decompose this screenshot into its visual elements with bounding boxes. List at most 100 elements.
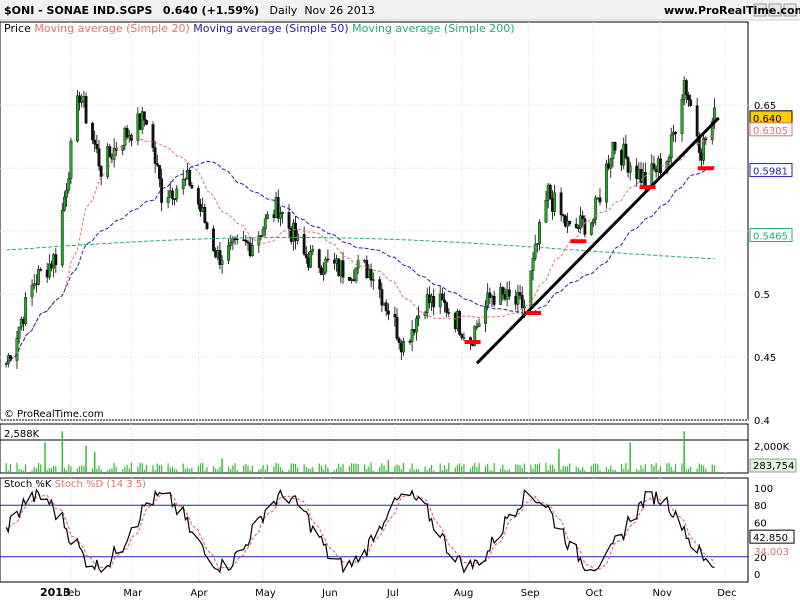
candle-body (624, 143, 628, 158)
candle-body (592, 219, 595, 224)
candle-body (432, 296, 436, 308)
candle-body (205, 222, 209, 230)
candle-body (15, 338, 19, 361)
x-tick-label: Aug (454, 588, 474, 599)
volume-panel (0, 423, 749, 474)
x-tick-label: Feb (63, 588, 81, 599)
x-tick-label: Dec (717, 588, 736, 599)
candle-body (538, 222, 541, 244)
candle-body (250, 245, 254, 256)
candle-body (281, 212, 284, 214)
ma50-value-label: 0.5981 (753, 167, 788, 178)
candle-body (203, 206, 207, 223)
candle-body (108, 146, 112, 158)
candle-body (153, 147, 157, 164)
candle-body (695, 105, 699, 137)
candle-body (462, 337, 466, 339)
price-tick-label: 0.45 (754, 353, 776, 364)
candle-body (674, 132, 677, 134)
candle-body (311, 249, 315, 252)
candle-body (155, 163, 159, 166)
candle-body (417, 315, 420, 319)
candle-body (589, 222, 593, 235)
candle-body (447, 312, 451, 314)
period: Daily (269, 4, 298, 17)
candle-body (652, 163, 656, 170)
candle-body (151, 124, 155, 148)
candle-body (63, 196, 66, 211)
candle-body (158, 165, 161, 179)
candle-body (322, 271, 325, 275)
candle-body (220, 260, 224, 265)
candle-body (415, 318, 418, 333)
candle-body (523, 306, 526, 309)
candle-body (37, 269, 40, 285)
candle-body (477, 323, 481, 327)
stoch-tick-label: 0 (754, 570, 760, 581)
candle-body (460, 334, 464, 338)
chart: 0.650.60.550.50.450.42013FebMarAprMayJun… (0, 0, 800, 599)
candle-body (69, 140, 73, 179)
candle-body (99, 165, 103, 177)
candle-body (445, 302, 449, 313)
price-panel (0, 21, 749, 421)
candle-body (171, 190, 174, 200)
ma50-line (5, 160, 715, 364)
candle-body (287, 212, 291, 229)
ma20-value-label: 0.6305 (753, 126, 788, 137)
candle-body (78, 95, 81, 103)
candle-body (17, 326, 21, 339)
candle-body (130, 135, 133, 141)
x-tick-label: May (255, 588, 276, 599)
candle-body (65, 189, 69, 198)
candle-body (643, 172, 647, 186)
candle-body (91, 122, 94, 141)
candle-body (304, 253, 308, 259)
candle-body (371, 279, 375, 281)
volume-label: 2,588K (4, 429, 40, 440)
candle-body (581, 215, 585, 219)
candle-body (54, 254, 58, 266)
price-tick-label: 0.5 (754, 290, 770, 301)
candle-body (190, 184, 194, 189)
candle-body (520, 295, 524, 309)
candle-body (384, 302, 388, 312)
candle-body (181, 178, 185, 190)
candle-body (67, 178, 71, 191)
candle-body (145, 120, 148, 125)
candle-body (369, 268, 373, 281)
candle-body (39, 269, 43, 271)
candle-body (501, 287, 505, 295)
candle-body (440, 293, 444, 301)
candle-body (386, 310, 390, 315)
volume-last-label: 283,754 (753, 461, 794, 472)
site-link[interactable]: www.ProRealTime.com (664, 4, 800, 19)
candle-body (84, 96, 88, 124)
candle-body (568, 220, 572, 225)
candle-body (235, 238, 239, 241)
candle-body (531, 258, 535, 271)
candle-body (484, 306, 487, 324)
candle-body (594, 197, 598, 220)
candle-body (548, 184, 552, 199)
candle-body (309, 251, 313, 268)
candle-body (669, 134, 673, 158)
x-tick-label: Apr (190, 588, 208, 599)
candle-body (229, 242, 233, 246)
candle-body (212, 228, 215, 251)
candle-body (583, 218, 587, 235)
candle-body (687, 94, 690, 101)
candle-body (166, 197, 170, 203)
candle-body (574, 223, 578, 228)
candle-body (354, 267, 358, 282)
price-tick-label: 0.4 (754, 416, 770, 427)
trendline (475, 116, 720, 365)
candle-body (97, 148, 101, 167)
candle-body (667, 157, 671, 163)
candle-body (326, 258, 330, 261)
candle-body (518, 292, 522, 296)
candle-body (263, 218, 267, 230)
candle-body (30, 285, 34, 298)
candle-body (613, 142, 617, 151)
candle-body (609, 158, 613, 169)
